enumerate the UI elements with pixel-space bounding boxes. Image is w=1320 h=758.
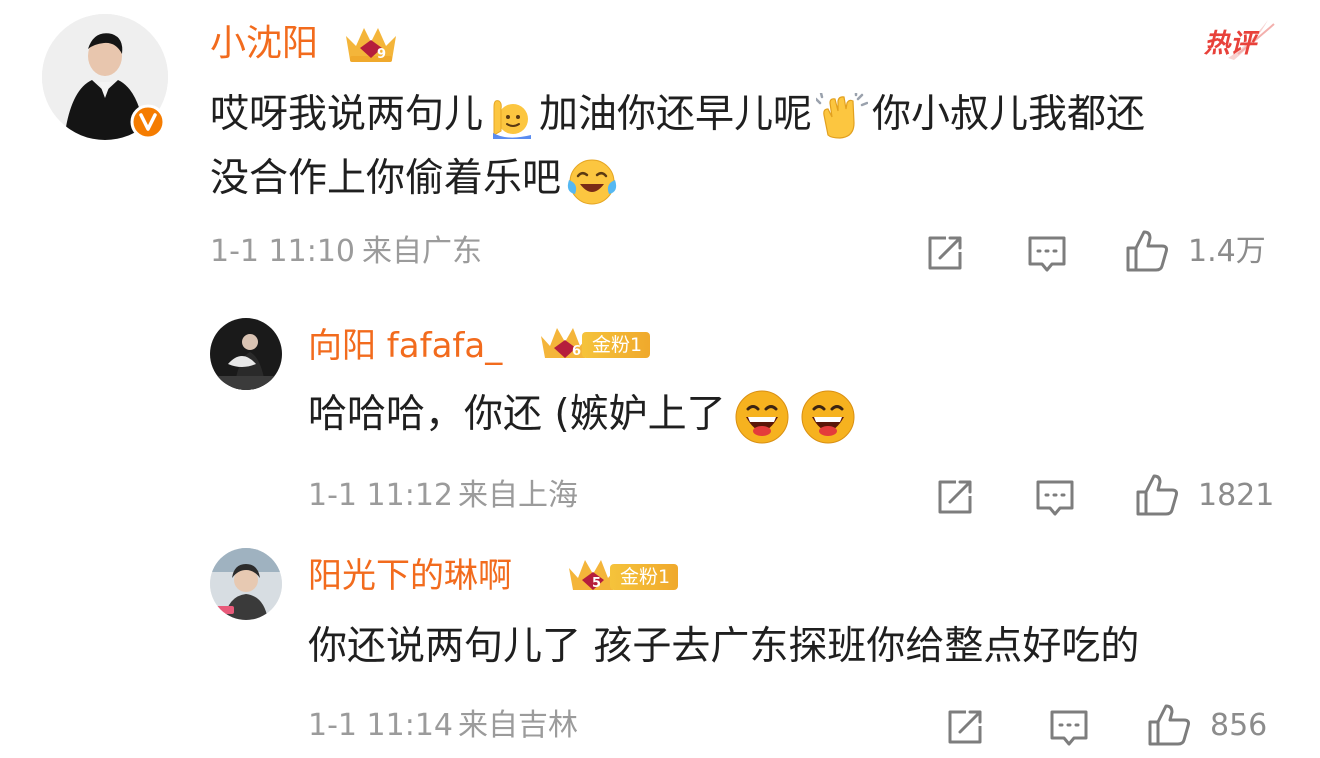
grinning-emoji [800,389,856,445]
level-number: 6 [572,344,582,359]
text-segment: 没合作上你偷着乐吧 [210,156,562,201]
avatar-portrait-icon [210,318,282,390]
share-icon[interactable] [944,706,986,748]
share-icon[interactable] [924,232,966,274]
timestamp: 1-1 11:10 [210,234,355,269]
hot-comment-tag: 热评 [1198,14,1278,64]
share-icon[interactable] [934,476,976,518]
verified-badge-icon [130,104,166,140]
fan-level-label: 金粉1 [610,564,679,590]
clapping-hands-emoji [814,91,869,141]
like-icon[interactable] [1146,702,1192,748]
timestamp: 1-1 11:14 [308,708,453,743]
comment-text-line-1: 哎呀我说两句儿 加油你还早儿呢 你小叔儿我都还 [210,86,1145,144]
avatar-xiangyang[interactable] [210,318,282,390]
reply-text-content: 哈哈哈，你还 (嫉妒上了 [308,392,726,437]
level-number: 9 [377,47,387,62]
username[interactable]: 向阳 fafafa_ [308,326,502,366]
text-segment: 你小叔儿我都还 [872,92,1146,137]
like-count: 1821 [1198,478,1275,513]
fan-badge: 6 金粉1 [538,328,674,359]
comment-icon[interactable] [1034,476,1076,518]
reply-text: 哈哈哈，你还 (嫉妒上了 [308,386,856,445]
location: 来自上海 [458,478,578,513]
text-segment: 加油你还早儿呢 [539,92,813,137]
like-count: 856 [1210,708,1268,743]
like-icon[interactable] [1124,228,1170,274]
raising-hand-emoji [487,93,535,141]
avatar-portrait-icon [210,548,282,620]
grinning-emoji [734,389,790,445]
comment-icon[interactable] [1048,706,1090,748]
timestamp: 1-1 11:12 [308,478,453,513]
laughing-tears-emoji [565,154,619,208]
hot-comment-label: 热评 [1204,29,1257,59]
location: 来自广东 [362,234,482,269]
username[interactable]: 阳光下的琳啊 [308,556,512,596]
text-segment: 哎呀我说两句儿 [210,92,484,137]
avatar-yangguangxia[interactable] [210,548,282,620]
reply-text: 你还说两句儿了 孩子去广东探班你给整点好吃的 [308,624,1140,669]
fan-badge: 5 金粉1 [566,560,702,591]
comment-text-line-2: 没合作上你偷着乐吧 [210,150,619,208]
crown-level-badge-icon: 9 [342,22,400,66]
level-number: 5 [592,576,602,591]
location: 来自吉林 [458,708,578,743]
fan-level-label: 金粉1 [582,332,651,358]
like-count: 1.4万 [1188,234,1266,269]
like-icon[interactable] [1134,472,1180,518]
comment-icon[interactable] [1026,232,1068,274]
username[interactable]: 小沈阳 [210,22,318,66]
